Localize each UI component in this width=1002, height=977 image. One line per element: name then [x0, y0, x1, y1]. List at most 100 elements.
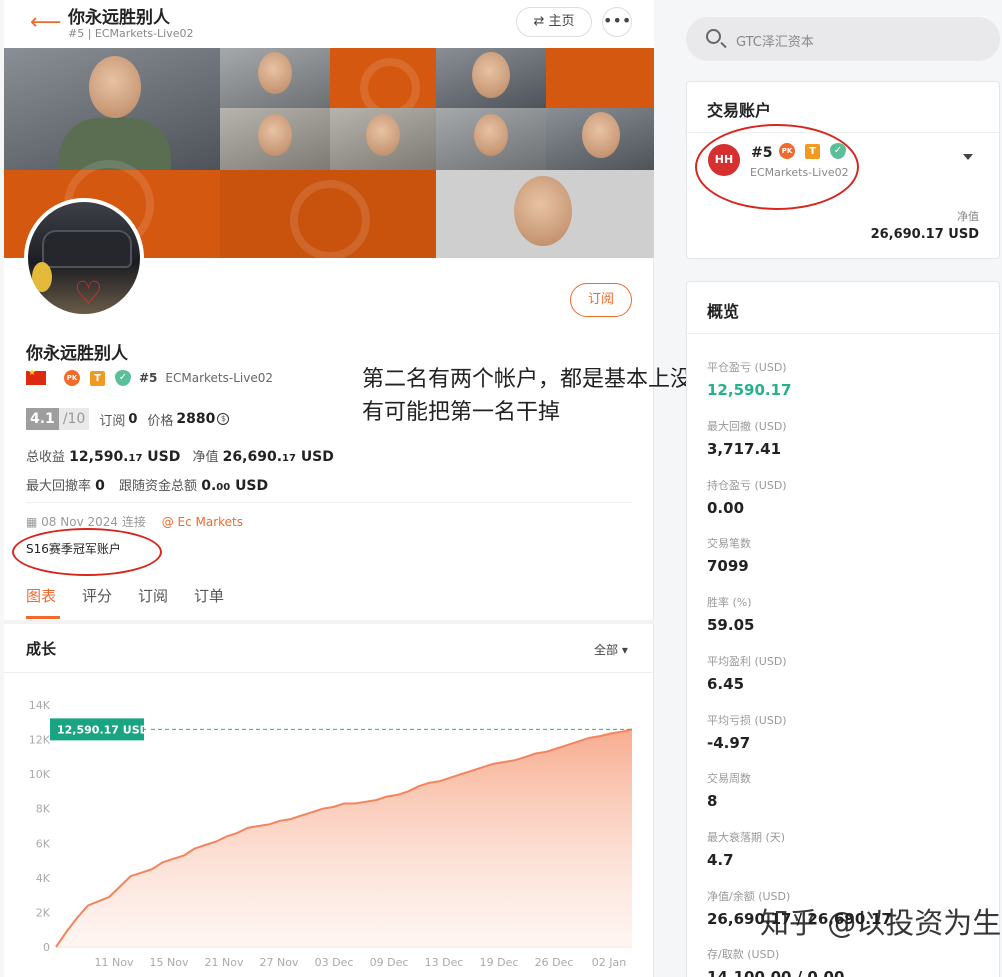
x-tick-label: 13 Dec [425, 956, 464, 969]
banner-photo-man-2 [436, 48, 546, 108]
subscribe-button[interactable]: 订阅 [570, 283, 632, 317]
score-row: 4.1 /10 订阅 0 价格 2880 $ [26, 408, 230, 430]
server-label: ECMarkets-Live02 [165, 371, 273, 385]
price-label: 价格 [147, 413, 174, 429]
joined-info: ▦ 08 Nov 2024 连接 @ Ec Markets [26, 513, 243, 530]
search-bar[interactable]: GTC泽汇资本 [686, 17, 1000, 61]
follow-funds-value: 0.00 USD [201, 478, 269, 494]
tab-rating[interactable]: 评分 [82, 585, 112, 606]
profit-row: 总收益 12,590.17 USD 净值 26,690.17 USD [26, 446, 334, 465]
active-tab-indicator [26, 616, 60, 619]
overview-item-closed-pnl: 平仓盈亏 (USD) 12,590.17 [707, 361, 792, 399]
search-input[interactable]: GTC泽汇资本 [736, 31, 814, 50]
banner-photo-man-smiling [546, 108, 654, 170]
total-profit-label: 总收益 [26, 450, 66, 465]
overview-item-open-pnl: 持仓盈亏 (USD) 0.00 [707, 479, 787, 517]
y-tick-label: 10K [29, 768, 51, 781]
growth-title: 成长 [26, 640, 57, 658]
x-tick-label: 27 Nov [260, 956, 299, 969]
y-tick-label: 6K [36, 837, 51, 850]
overview-item-trade-weeks: 交易周数 8 [707, 772, 751, 810]
growth-chart: 0 2K 4K 6K 8K 10K 12K 14K 11 Nov 15 Nov 21 Nov 27 … [29, 699, 633, 969]
user-name: 你永远胜别人 [26, 344, 128, 364]
trading-account-title: 交易账户 [707, 101, 772, 120]
subscribe-count: 0 [128, 411, 138, 427]
overview-item-trade-count: 交易笔数 7099 [707, 537, 751, 575]
y-tick-label: 8K [36, 803, 51, 816]
t-badge-icon: T [90, 370, 105, 386]
max-drawdown-label: 最大回撤率 [26, 479, 92, 494]
back-arrow-icon[interactable]: ⟵ [30, 10, 62, 35]
more-options-button[interactable]: ••• [602, 7, 632, 37]
tab-bar: 图表 评分 订阅 订单 [26, 585, 250, 606]
search-icon [706, 29, 721, 44]
growth-area [56, 729, 632, 947]
total-profit-value: 12,590.17 USD [69, 449, 181, 465]
calendar-icon: ▦ [26, 515, 38, 529]
trading-account-card: 交易账户 HH #5 PK T ✓ ECMarkets-Live02 净值 26… [686, 81, 1000, 259]
joined-date: 08 Nov 2024 连接 [41, 515, 146, 529]
banner-photo-woman [220, 108, 330, 170]
y-tick-label: 2K [36, 906, 51, 919]
china-flag-icon [26, 368, 46, 385]
overview-title: 概览 [707, 302, 740, 321]
red-oval-annotation [12, 528, 162, 576]
overview-item-max-decline-days: 最大衰落期 (天) 4.7 [707, 831, 786, 869]
x-tick-label: 03 Dec [315, 956, 354, 969]
last-value-tag-text: 12,590.17 USD [57, 723, 149, 736]
y-tick-label: 4K [36, 872, 51, 885]
pk-badge-icon: PK [64, 370, 80, 386]
banner-photo-woman-glasses [436, 108, 546, 170]
x-tick-label: 02 Jan [592, 956, 626, 969]
account-net-value: 26,690.17 USD [870, 227, 979, 242]
x-tick-label: 15 Nov [150, 956, 189, 969]
user-avatar[interactable]: ♡ [24, 198, 144, 318]
score-total: /10 [58, 408, 90, 430]
banner-photo-man [220, 48, 330, 108]
tab-orders[interactable]: 订单 [194, 585, 224, 606]
overview-item-win-rate: 胜率 (%) 59.05 [707, 596, 755, 634]
badges-row: PK T ✓ #5 ECMarkets-Live02 [26, 368, 273, 388]
y-tick-label: 0 [43, 941, 50, 954]
price-value: 2880 [176, 411, 216, 427]
red-oval-annotation-account [695, 124, 859, 210]
net-value-label: 净值 [192, 450, 219, 465]
account-dropdown-caret-icon[interactable] [963, 154, 973, 160]
x-tick-label: 21 Nov [205, 956, 244, 969]
banner-photo-woman-blonde [436, 170, 654, 258]
page-subtitle: #5 | ECMarkets-Live02 [68, 27, 194, 40]
rank-label: #5 [139, 371, 158, 385]
max-drawdown-value: 0 [95, 478, 105, 494]
divider [26, 502, 632, 503]
page-title: 你永远胜别人 [68, 8, 170, 28]
chart-divider [4, 672, 654, 673]
overview-item-avg-loss: 平均亏损 (USD) -4.97 [707, 714, 787, 752]
x-tick-label: 11 Nov [95, 956, 134, 969]
score-value: 4.1 [26, 408, 59, 430]
broker-link[interactable]: @ Ec Markets [162, 515, 243, 529]
net-value: 26,690.17 USD [222, 449, 334, 465]
x-tick-label: 19 Dec [480, 956, 519, 969]
coin-icon: $ [217, 413, 230, 425]
subscribe-count-label: 订阅 [99, 413, 126, 429]
banner-orange-tile-4 [220, 170, 436, 258]
banner-photo-man-glasses [4, 48, 220, 170]
top-bar: ⟵ 你永远胜别人 #5 | ECMarkets-Live02 ⇄ 主页 ••• [4, 0, 654, 48]
tab-chart[interactable]: 图表 [26, 585, 56, 606]
verified-shield-icon: ✓ [115, 370, 131, 386]
banner-orange-tile-2 [546, 48, 654, 108]
profile-column: ⟵ 你永远胜别人 #5 | ECMarkets-Live02 ⇄ 主页 ••• … [4, 0, 654, 977]
tab-subscribe[interactable]: 订阅 [138, 585, 168, 606]
overview-item-max-drawdown: 最大回撤 (USD) 3,717.41 [707, 420, 787, 458]
section-separator [4, 620, 654, 624]
x-tick-label: 26 Dec [535, 956, 574, 969]
range-dropdown[interactable]: 全部 ▾ [594, 641, 628, 658]
home-button[interactable]: ⇄ 主页 [516, 7, 592, 37]
zhihu-watermark: 知乎 @以投资为生 [760, 906, 1002, 940]
drawdown-row: 最大回撤率 0 跟随资金总额 0.00 USD [26, 475, 268, 494]
overview-card: 概览 平仓盈亏 (USD) 12,590.17 最大回撤 (USD) 3,717.4… [686, 281, 1000, 977]
banner-photo-woman-2 [330, 108, 436, 170]
banner-orange-tile [330, 48, 436, 118]
y-tick-label: 14K [29, 699, 51, 712]
overview-item-deposit-withdraw: 存/取款 (USD) 14,100.00 / 0.00 [707, 948, 845, 977]
